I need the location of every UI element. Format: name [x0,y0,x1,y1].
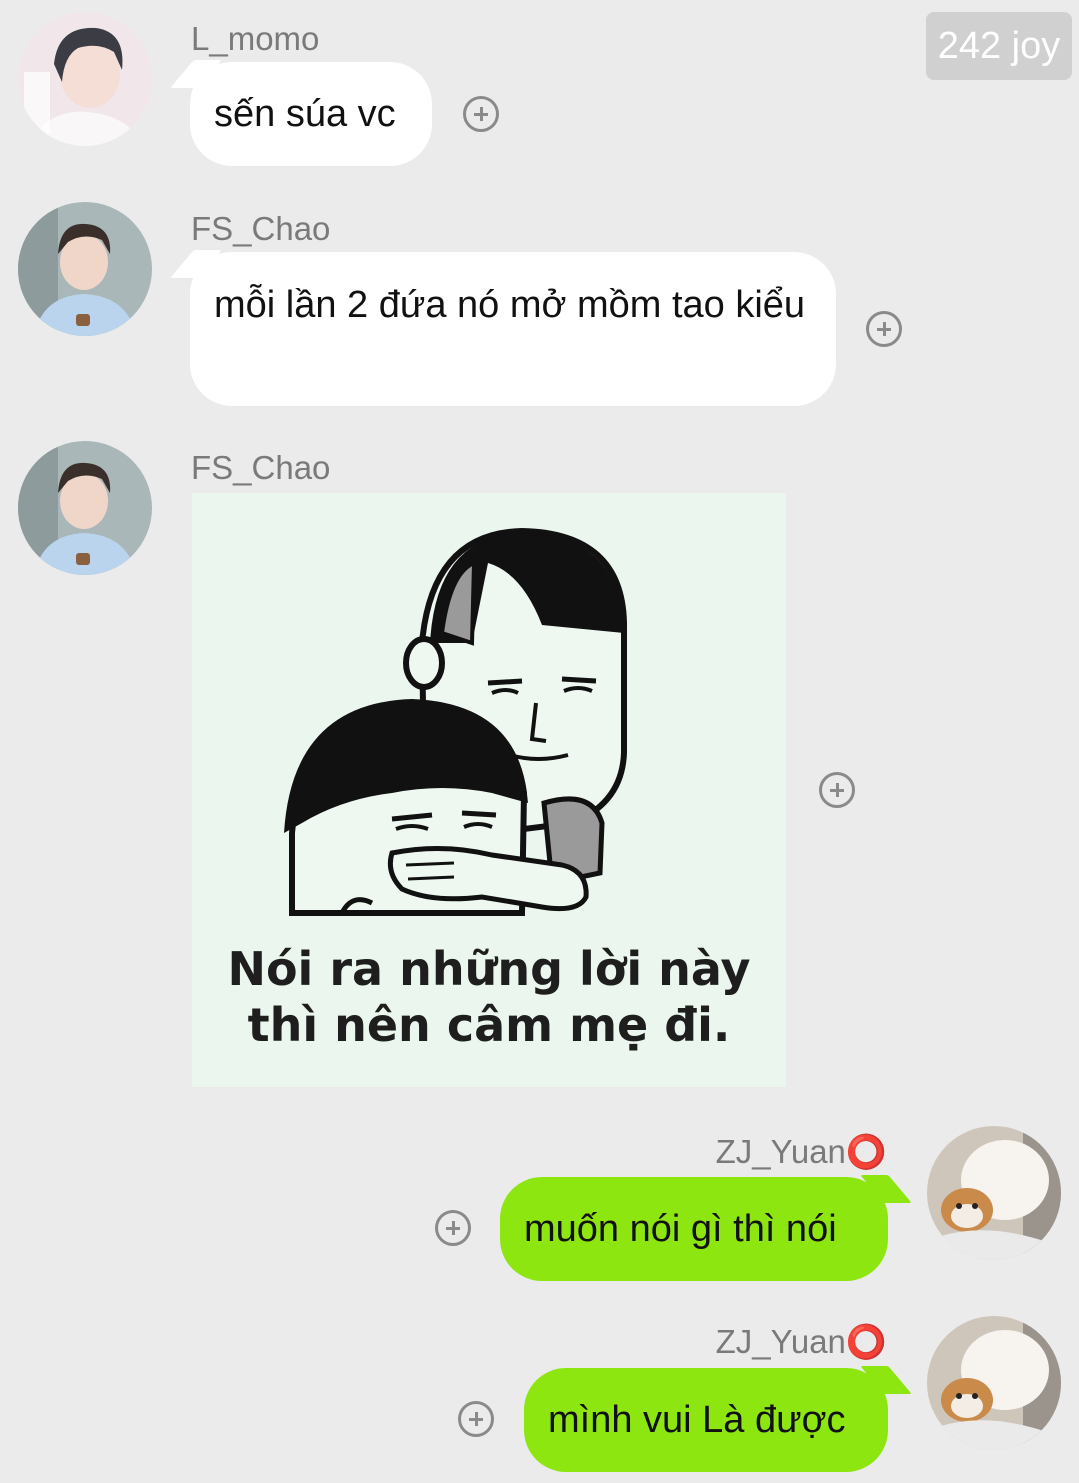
avatar-person-image [18,441,152,575]
avatar-zj-yuan[interactable] [927,1316,1061,1450]
avatar-person-image [18,202,152,336]
sender-name: ZJ_Yuan⭕ [715,1133,887,1170]
sender-name: FS_Chao [191,449,331,486]
message-text: sến súa vc [214,93,396,135]
message-bubble[interactable]: muốn nói gì thì nói [500,1177,888,1281]
joy-count-badge: 242 joy [926,12,1072,80]
sender-name: FS_Chao [191,210,331,247]
add-circle-icon[interactable] [819,772,855,808]
add-circle-icon[interactable] [435,1210,471,1246]
avatar-zj-yuan[interactable] [927,1126,1061,1260]
avatar-l-momo[interactable] [18,12,152,146]
message-bubble[interactable]: mình vui Là được [524,1368,888,1472]
add-circle-icon[interactable] [458,1401,494,1437]
avatar-fs-chao[interactable] [18,441,152,575]
add-circle-icon[interactable] [463,96,499,132]
meme-caption-line: Nói ra những lời này [227,942,751,996]
message-text: mình vui Là được [548,1399,846,1441]
meme-caption: Nói ra những lời này thì nên câm mẹ đi. [192,941,786,1053]
avatar-person-image [18,12,152,146]
message-text: muốn nói gì thì nói [524,1208,837,1250]
meme-caption-line: thì nên câm mẹ đi. [247,998,731,1052]
sender-name: L_momo [191,20,320,57]
message-bubble[interactable]: sến súa vc [190,62,432,166]
sender-name: ZJ_Yuan⭕ [715,1323,887,1360]
message-bubble[interactable]: mỗi lần 2 đứa nó mở mồm tao kiểu [190,252,836,406]
add-circle-icon[interactable] [866,311,902,347]
meme-image[interactable]: Nói ra những lời này thì nên câm mẹ đi. [192,493,786,1087]
avatar-cat-image [927,1126,1061,1260]
avatar-fs-chao[interactable] [18,202,152,336]
message-text: mỗi lần 2 đứa nó mở mồm tao kiểu [214,284,806,326]
avatar-cat-image [927,1316,1061,1450]
